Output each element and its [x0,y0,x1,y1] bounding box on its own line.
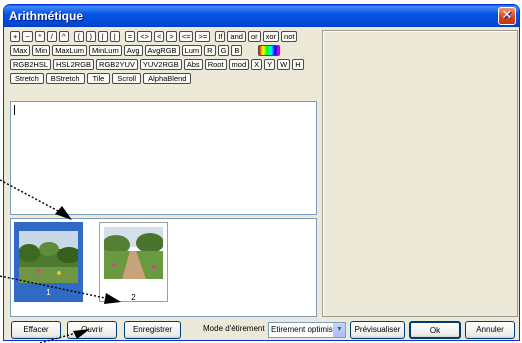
abs-bar-left-button[interactable]: | [97,31,108,42]
min-button[interactable]: Min [32,45,51,56]
thumbnail-image-1 [19,231,78,283]
maxlum-button[interactable]: MaxLum [52,45,88,56]
text-caret [14,105,15,115]
alphablend-button[interactable]: AlphaBlend [143,73,192,84]
open-paren-button[interactable]: ( [73,31,84,42]
y-button[interactable]: Y [264,59,276,70]
op-power-button[interactable]: ^ [58,31,69,42]
max-button[interactable]: Max [10,45,31,56]
annuler-button[interactable]: Annuler [465,321,515,339]
op-minus-button[interactable]: − [22,31,33,42]
close-button[interactable]: ✕ [498,7,516,25]
blend-row: Stretch BStretch Tile Scroll AlphaBlend [10,73,192,84]
minlum-button[interactable]: MinLum [89,45,122,56]
stretch-mode-value: Etirement optimisé [271,325,338,334]
mod-button[interactable]: mod [228,59,250,70]
h-button[interactable]: H [292,59,304,70]
op-greaterequal-button[interactable]: >= [195,31,211,42]
scroll-button[interactable]: Scroll [112,73,142,84]
x-button[interactable]: X [251,59,263,70]
avg-button[interactable]: Avg [123,45,143,56]
ok-button[interactable]: Ok [409,321,461,339]
bstretch-button[interactable]: BStretch [45,73,85,84]
abs-button[interactable]: Abs [183,59,203,70]
if-button[interactable]: If [215,31,226,42]
g-button[interactable]: G [217,45,230,56]
thumbnail-number: 2 [131,293,136,302]
close-paren-button[interactable]: ) [85,31,96,42]
title-bar: Arithmétique ✕ [4,5,519,27]
expression-editor[interactable] [10,101,317,215]
op-plus-button[interactable]: + [10,31,21,42]
avgrgb-button[interactable]: AvgRGB [144,45,180,56]
not-button[interactable]: not [281,31,298,42]
effacer-button[interactable]: Effacer [11,321,61,339]
arithmetique-dialog: Arithmétique ✕ + − * / ^ ( ) | | = <> < … [3,4,520,341]
mode-label: Mode d'étirement [203,324,265,333]
op-equal-button[interactable]: = [124,31,136,42]
w-button[interactable]: W [277,59,291,70]
lum-button[interactable]: Lum [181,45,203,56]
or-button[interactable]: or [247,31,261,42]
chevron-down-icon[interactable]: ▼ [333,323,345,337]
yuv2rgb-button[interactable]: YUV2RGB [139,59,182,70]
color-picker-button[interactable] [258,45,281,56]
window-title: Arithmétique [9,9,84,23]
thumbnail-2[interactable]: 2 [99,222,168,302]
image-thumbnail-list: 1 2 [10,218,317,317]
and-button[interactable]: and [227,31,246,42]
enregistrer-button[interactable]: Enregistrer [124,321,181,339]
function-row: Max Min MaxLum MinLum Avg AvgRGB Lum R G… [10,45,281,56]
thumbnail-image-2 [104,227,163,279]
op-greater-button[interactable]: > [166,31,177,42]
r-button[interactable]: R [204,45,216,56]
op-multiply-button[interactable]: * [34,31,45,42]
root-button[interactable]: Root [204,59,227,70]
ouvrir-button[interactable]: Ouvrir [67,321,117,339]
op-divide-button[interactable]: / [46,31,57,42]
preview-panel [322,30,518,317]
thumbnail-1[interactable]: 1 [14,222,83,302]
op-lessequal-button[interactable]: <= [178,31,194,42]
operator-row: + − * / ^ ( ) | | = <> < > <= >= If and … [10,31,298,42]
abs-bar-right-button[interactable]: | [109,31,120,42]
rgb2yuv-button[interactable]: RGB2YUV [96,59,138,70]
close-icon: ✕ [501,8,513,23]
tile-button[interactable]: Tile [86,73,111,84]
b-button[interactable]: B [231,45,243,56]
stretch-button[interactable]: Stretch [10,73,44,84]
op-notequal-button[interactable]: <> [137,31,152,42]
stretch-mode-select[interactable]: Etirement optimisé ▼ [268,322,346,338]
conversion-row: RGB2HSL HSL2RGB RGB2YUV YUV2RGB Abs Root… [10,59,304,70]
bottom-bar: Effacer Ouvrir Enregistrer Mode d'étirem… [4,321,519,339]
thumbnail-number: 1 [46,288,51,297]
xor-button[interactable]: xor [262,31,280,42]
op-less-button[interactable]: < [153,31,165,42]
hsl2rgb-button[interactable]: HSL2RGB [53,59,95,70]
rgb2hsl-button[interactable]: RGB2HSL [10,59,52,70]
previsualiser-button[interactable]: Prévisualiser [350,321,405,339]
